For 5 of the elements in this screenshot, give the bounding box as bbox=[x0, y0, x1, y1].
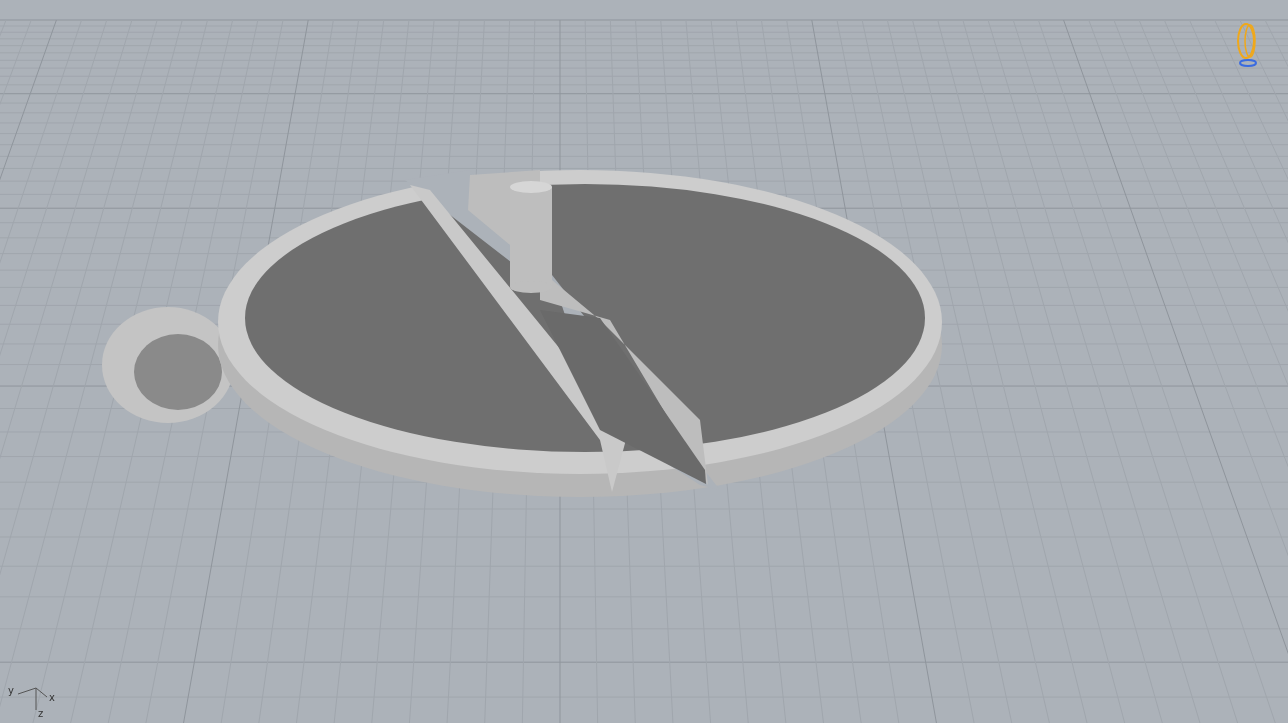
axis-label: x bbox=[49, 692, 55, 703]
wireframe-icon bbox=[1237, 23, 1257, 67]
axis-label: z bbox=[38, 708, 44, 719]
axis-label: y bbox=[8, 685, 14, 696]
axis-icon bbox=[17, 687, 48, 711]
